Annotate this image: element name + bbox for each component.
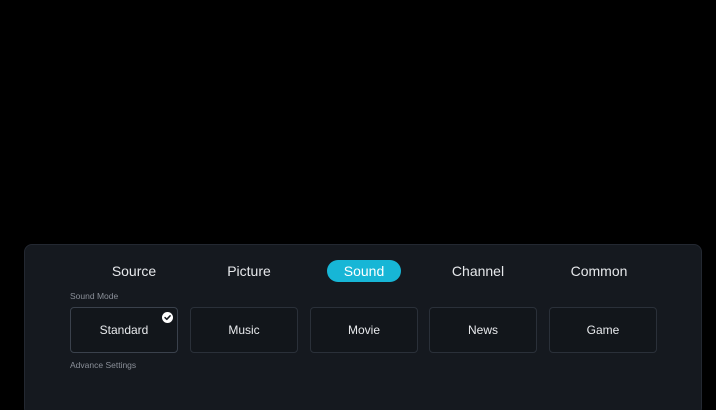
sound-mode-game[interactable]: Game [549,307,657,353]
sound-mode-music-label: Music [228,323,260,337]
sound-mode-movie-label: Movie [347,323,380,337]
tv-screen: Source Picture Sound Channel Common Soun… [0,0,716,410]
tab-source[interactable]: Source [105,260,163,282]
sound-mode-news-label: News [467,323,498,337]
quick-settings-panel: Source Picture Sound Channel Common Soun… [24,244,702,410]
menu-tabs: Source Picture Sound Channel Common [25,260,701,282]
sound-mode-standard-label: Standard [99,323,149,337]
sound-mode-music[interactable]: Music [190,307,298,353]
advance-settings-label: Advance Settings [70,360,137,370]
tab-sound[interactable]: Sound [327,260,401,282]
tab-common[interactable]: Common [563,260,635,282]
sound-mode-standard[interactable]: Standard [70,307,178,353]
sound-mode-label: Sound Mode [70,291,119,301]
sound-mode-news[interactable]: News [429,307,537,353]
tab-channel[interactable]: Channel [445,260,511,282]
sound-mode-game-label: Game [586,323,620,337]
checkmark-icon [162,312,173,323]
tab-picture[interactable]: Picture [220,260,278,282]
sound-mode-movie[interactable]: Movie [310,307,418,353]
